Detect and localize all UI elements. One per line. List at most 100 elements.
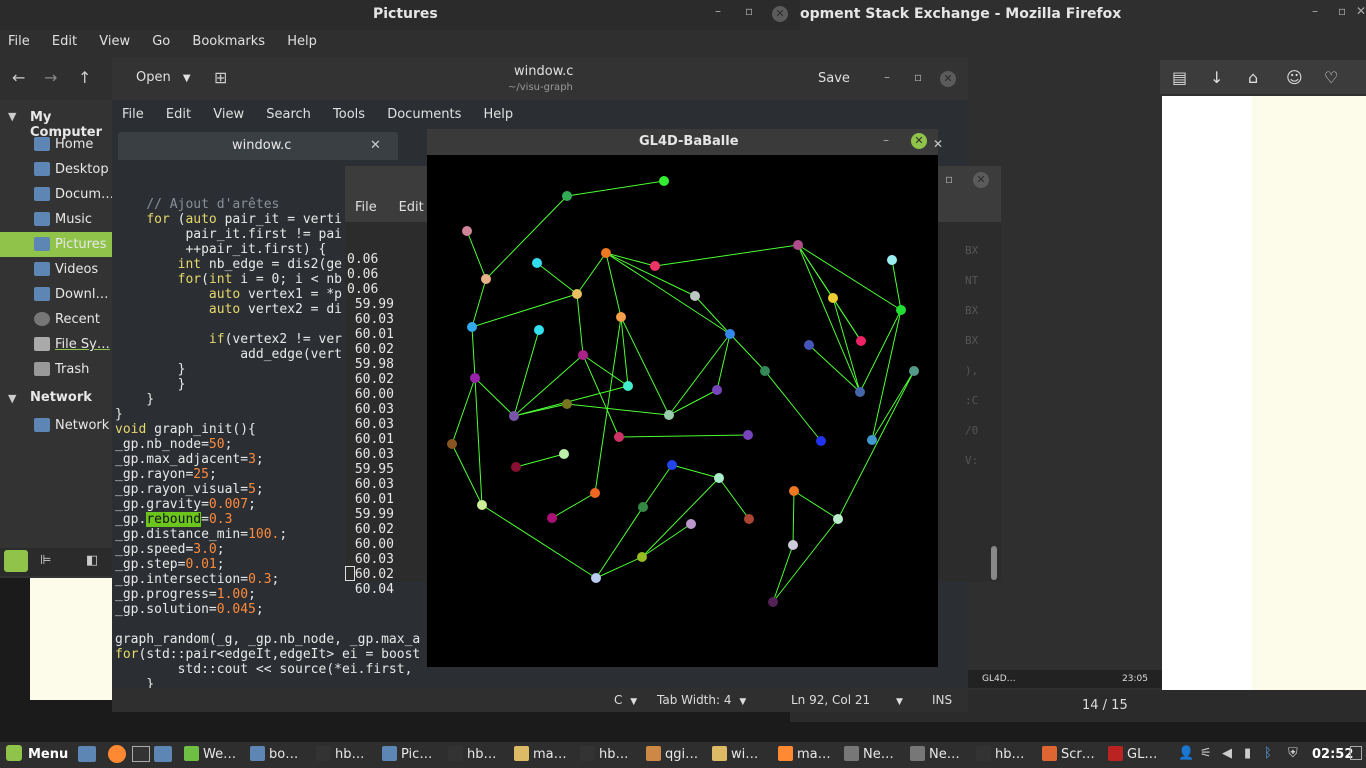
cursor-position[interactable]: Ln 92, Col 21 ▼ bbox=[791, 688, 903, 714]
taskbar-task[interactable]: ma… bbox=[778, 743, 831, 767]
sidebar-item-trash[interactable]: Trash bbox=[0, 357, 112, 382]
gedit-menu-documents[interactable]: Documents bbox=[387, 107, 461, 122]
bluetooth-icon[interactable]: ᛒ bbox=[1264, 746, 1272, 761]
volume-icon[interactable]: ◀ bbox=[1222, 746, 1232, 761]
sidebar-item-videos[interactable]: Videos bbox=[0, 257, 112, 282]
chevron-down-icon: ▼ bbox=[895, 697, 903, 707]
up-arrow-icon[interactable]: ↑ bbox=[78, 68, 91, 87]
sidebar-item-music[interactable]: Music bbox=[0, 207, 112, 232]
taskbar-task[interactable]: qgi… bbox=[646, 743, 698, 767]
task-app-icon bbox=[184, 746, 199, 761]
nemo-menu-view[interactable]: View bbox=[99, 34, 130, 49]
gedit-menu-edit[interactable]: Edit bbox=[166, 107, 191, 122]
firefox-maximize-button[interactable]: ▫ bbox=[1338, 4, 1346, 18]
task-label: wi… bbox=[731, 747, 759, 762]
gl4d-minimize-button[interactable]: – bbox=[883, 133, 889, 147]
gedit-maximize-button[interactable]: ▫ bbox=[914, 70, 922, 84]
sidebar-item-pictures[interactable]: Pictures bbox=[0, 232, 112, 257]
nemo-close-button[interactable]: ✕ bbox=[772, 6, 788, 22]
sidebar-item-documents[interactable]: Docum… bbox=[0, 182, 114, 207]
nemo-menu-go[interactable]: Go bbox=[152, 34, 170, 49]
home-icon[interactable]: ⌂ bbox=[1248, 68, 1258, 87]
terminal-launcher-icon[interactable] bbox=[132, 746, 150, 762]
language-selector[interactable]: C ▼ bbox=[614, 688, 637, 714]
taskbar-task[interactable]: wi… bbox=[712, 743, 758, 767]
taskbar-task[interactable]: hb… bbox=[448, 743, 497, 767]
tree-view-button[interactable]: ⊫ bbox=[40, 553, 51, 568]
graph-node bbox=[789, 486, 799, 496]
firefox-close-button[interactable]: ✕ bbox=[1356, 4, 1366, 18]
sidebar-item-recent[interactable]: Recent bbox=[0, 307, 112, 332]
forward-arrow-icon[interactable]: → bbox=[44, 68, 57, 87]
taskbar-task[interactable]: Ne… bbox=[910, 743, 960, 767]
taskbar-task[interactable]: hb… bbox=[976, 743, 1025, 767]
firefox-minimize-button[interactable]: – bbox=[1312, 4, 1318, 18]
mini-task-gl4d[interactable]: GL4D… bbox=[982, 674, 1016, 684]
open-button[interactable]: Open ▼ bbox=[136, 70, 191, 85]
pocket-icon[interactable]: ♡ bbox=[1324, 68, 1338, 87]
terminal-menu-file[interactable]: File bbox=[355, 200, 377, 215]
sidebar-header-network[interactable]: Network bbox=[30, 390, 92, 405]
sidebar-item-network[interactable]: Network bbox=[0, 413, 112, 438]
gl4d-close-button[interactable]: ✕ bbox=[911, 133, 927, 149]
show-desktop-icon[interactable] bbox=[78, 746, 96, 762]
sidebar-network-expand-icon[interactable]: ▼ bbox=[8, 392, 16, 405]
gedit-menu-view[interactable]: View bbox=[213, 107, 244, 122]
places-view-button[interactable] bbox=[4, 550, 28, 572]
start-menu-button[interactable]: Menu bbox=[6, 744, 68, 766]
battery-icon[interactable]: ▮ bbox=[1244, 746, 1251, 761]
taskbar-task[interactable]: hb… bbox=[316, 743, 365, 767]
nemo-maximize-button[interactable]: ▫ bbox=[745, 4, 753, 18]
sidebar-item-desktop[interactable]: Desktop bbox=[0, 157, 112, 182]
gedit-close-button[interactable]: ✕ bbox=[940, 71, 956, 87]
graph-node bbox=[887, 255, 897, 265]
tab-width-selector[interactable]: Tab Width: 4 ▼ bbox=[657, 688, 746, 714]
reader-view-icon[interactable]: ▤ bbox=[1172, 68, 1187, 87]
graph-node bbox=[509, 411, 519, 421]
gedit-minimize-button[interactable]: – bbox=[884, 70, 890, 84]
user-icon[interactable]: 👤 bbox=[1178, 746, 1194, 761]
taskbar-task[interactable]: Ne… bbox=[844, 743, 894, 767]
tab-window-c[interactable]: window.c ✕ bbox=[118, 132, 398, 160]
gedit-menu-help[interactable]: Help bbox=[483, 107, 513, 122]
back-arrow-icon[interactable]: ← bbox=[12, 68, 25, 87]
emoji-icon[interactable]: ☺ bbox=[1286, 68, 1303, 87]
sidebar-item-filesystem[interactable]: File Sy… bbox=[0, 332, 112, 357]
nemo-menu-edit[interactable]: Edit bbox=[52, 34, 77, 49]
graph-canvas[interactable] bbox=[427, 155, 938, 667]
firefox-launcher-icon[interactable] bbox=[108, 745, 126, 763]
graph-edge bbox=[466, 230, 487, 280]
nemo-menu-bookmarks[interactable]: Bookmarks bbox=[192, 34, 265, 49]
gedit-menu-file[interactable]: File bbox=[122, 107, 144, 122]
toggle-sidebar-button[interactable]: ◧ bbox=[86, 553, 98, 568]
taskbar-task[interactable]: hb… bbox=[580, 743, 629, 767]
gedit-menu-search[interactable]: Search bbox=[266, 107, 311, 122]
nemo-menu-help[interactable]: Help bbox=[287, 34, 317, 49]
files-launcher-icon[interactable] bbox=[154, 746, 172, 762]
taskbar-task[interactable]: ma… bbox=[514, 743, 567, 767]
download-icon[interactable]: ↓ bbox=[1210, 68, 1223, 87]
sidebar-item-downloads[interactable]: Downl… bbox=[0, 282, 112, 307]
graph-edge bbox=[451, 377, 476, 445]
taskbar-task[interactable]: GL… bbox=[1108, 743, 1157, 767]
nemo-menu-file[interactable]: File bbox=[8, 34, 30, 49]
network-icon[interactable]: ⚟ bbox=[1200, 746, 1212, 761]
sidebar-item-home[interactable]: Home bbox=[0, 132, 112, 157]
save-button[interactable]: Save bbox=[818, 71, 850, 86]
clock[interactable]: 02:52 bbox=[1312, 747, 1353, 762]
taskbar-task[interactable]: Scr… bbox=[1042, 743, 1095, 767]
new-tab-icon[interactable]: ⊞ bbox=[214, 68, 227, 87]
terminal-maximize-button[interactable]: ▫ bbox=[945, 172, 953, 186]
sidebar-item-label: Trash bbox=[55, 362, 90, 377]
tab-close-icon[interactable]: ✕ bbox=[370, 138, 381, 153]
taskbar-task[interactable]: bo… bbox=[250, 743, 298, 767]
terminal-scrollbar[interactable] bbox=[991, 546, 997, 580]
nemo-minimize-button[interactable]: – bbox=[715, 4, 721, 18]
taskbar-task[interactable]: Pic… bbox=[382, 743, 432, 767]
terminal-menu-edit[interactable]: Edit bbox=[399, 200, 424, 215]
taskbar-task[interactable]: We… bbox=[184, 743, 236, 767]
shield-icon[interactable]: ⛨ bbox=[1288, 746, 1298, 761]
sidebar-expand-icon[interactable]: ▼ bbox=[8, 110, 16, 123]
terminal-close-button[interactable]: ✕ bbox=[973, 172, 989, 188]
gedit-menu-tools[interactable]: Tools bbox=[333, 107, 365, 122]
